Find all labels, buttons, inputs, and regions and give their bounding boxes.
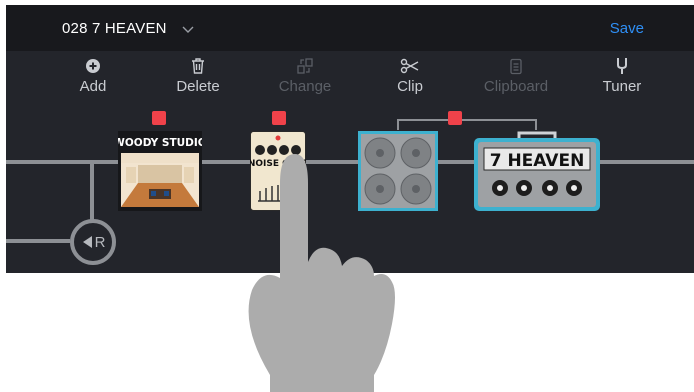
trash-icon	[192, 58, 204, 74]
return-node[interactable]: R	[70, 219, 116, 265]
clip-button[interactable]: Clip	[360, 55, 460, 95]
tuning-fork-icon	[617, 58, 627, 74]
save-button[interactable]: Save	[610, 20, 644, 37]
delete-button[interactable]: Delete	[148, 55, 248, 95]
change-label: Change	[278, 78, 332, 95]
add-label: Add	[79, 78, 107, 95]
scissors-icon	[400, 58, 419, 74]
clipboard-icon	[510, 58, 522, 75]
block-selected-marker	[152, 111, 166, 125]
preset-name: 028 7 HEAVEN	[62, 20, 167, 37]
delete-label: Delete	[176, 78, 220, 95]
tuner-button[interactable]: Tuner	[572, 55, 672, 95]
reverb-block[interactable]: WOODY STUDIO	[118, 131, 202, 211]
change-button[interactable]: Change	[255, 55, 355, 95]
return-arrow-icon	[82, 236, 92, 248]
clipboard-label: Clipboard	[483, 78, 549, 95]
pointing-hand-icon	[248, 154, 395, 392]
tuner-label: Tuner	[602, 78, 642, 95]
clipboard-button[interactable]: Clipboard	[466, 55, 566, 95]
block-selected-marker	[272, 111, 286, 125]
preset-selector[interactable]: 028 7 HEAVEN	[62, 20, 195, 37]
clip-label: Clip	[397, 78, 423, 95]
chevron-down-icon	[182, 26, 194, 33]
toolbar: Add Delete Change Clip Clipboard Tuner	[6, 55, 694, 101]
block-label: 7 HEAVEN	[490, 151, 585, 171]
block-label: WOODY STUDIO	[118, 137, 202, 149]
swap-icon	[297, 58, 313, 74]
top-bar: 028 7 HEAVEN Save	[6, 5, 694, 51]
add-button[interactable]: Add	[43, 55, 143, 95]
return-label: R	[94, 233, 106, 251]
add-icon	[86, 59, 100, 73]
amp-block[interactable]: 7 HEAVEN	[474, 129, 600, 211]
block-selected-marker	[448, 111, 462, 125]
